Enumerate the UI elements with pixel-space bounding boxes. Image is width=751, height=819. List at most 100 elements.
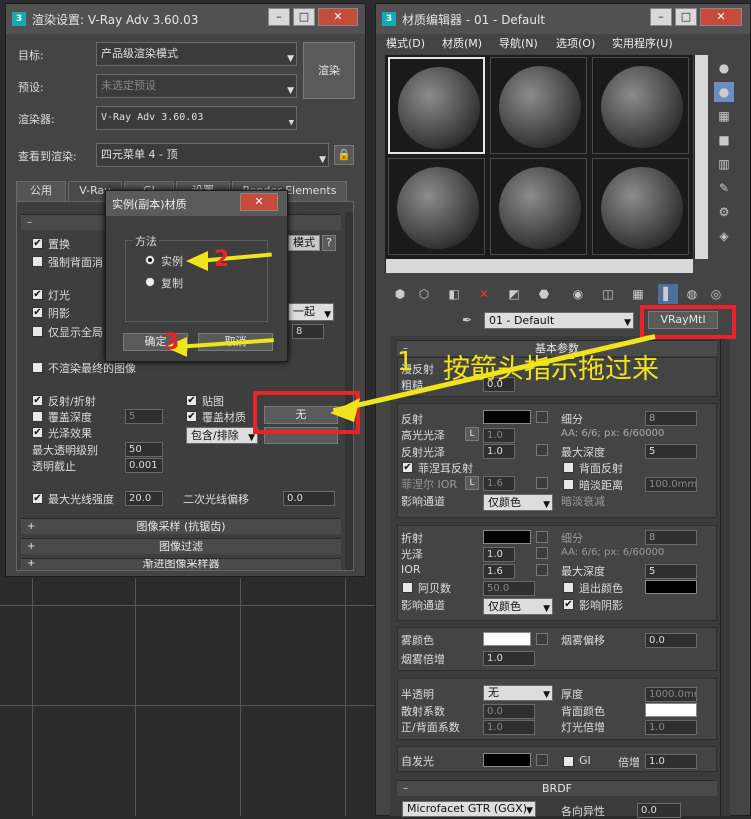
dim-distance-spinner[interactable]: 100.0mm xyxy=(645,477,697,492)
secondary-ray-bias-spinner[interactable]: 0.0 xyxy=(283,491,335,506)
material-params-scrollbar[interactable] xyxy=(720,336,730,816)
override-depth-spinner[interactable]: 5 xyxy=(125,409,163,424)
self-illum-gi-checkbox[interactable] xyxy=(563,756,574,767)
shadows-checkbox[interactable]: ✔ xyxy=(32,307,43,318)
glossy-effects-checkbox[interactable]: ✔ xyxy=(32,427,43,438)
max-ray-intensity-spinner[interactable]: 20.0 xyxy=(125,491,163,506)
progressive-sampler-rollout[interactable]: + 渐进图像采样器 xyxy=(21,558,341,570)
close-button[interactable]: ✕ xyxy=(318,8,358,26)
show-shaded-icon[interactable]: ◫ xyxy=(598,284,618,304)
include-exclude-dropdown[interactable]: 包含/排除 ▼ xyxy=(186,427,258,444)
transparency-cutoff-spinner[interactable]: 0.001 xyxy=(125,458,163,473)
reflect-subdivs-spinner[interactable]: 8 xyxy=(645,411,697,426)
fog-color-map-button[interactable] xyxy=(536,633,548,645)
assign-material-icon[interactable]: ◧ xyxy=(444,284,464,304)
translucency-dropdown[interactable]: 无 ▼ xyxy=(483,685,553,701)
lights-mode-dropdown[interactable]: 一起 ▼ xyxy=(288,303,334,321)
max-transparency-spinner[interactable]: 50 xyxy=(125,442,163,457)
help-button[interactable]: ? xyxy=(322,235,336,251)
mode-button[interactable]: 模式 xyxy=(288,235,320,251)
max-depth-spinner[interactable]: 5 xyxy=(645,444,697,459)
reset-material-icon[interactable]: ✕ xyxy=(474,284,494,304)
put-to-library-icon[interactable]: ⬣ xyxy=(534,284,554,304)
material-id-icon[interactable]: ◉ xyxy=(568,284,588,304)
menu-options[interactable]: 选项(O) xyxy=(556,35,595,51)
copy-radio[interactable] xyxy=(145,277,155,287)
go-forward-sibling-icon[interactable]: ◍ xyxy=(682,284,702,304)
instance-radio[interactable] xyxy=(145,255,155,265)
preset-dropdown[interactable]: 未选定预设 ▼ xyxy=(96,74,297,98)
dim-distance-checkbox[interactable] xyxy=(563,479,574,490)
sample-slot-5[interactable] xyxy=(490,158,587,255)
fresnel-ior-spinner[interactable]: 1.6 xyxy=(483,476,515,491)
minimize-button[interactable]: – xyxy=(268,8,290,26)
backlight-icon[interactable]: ● xyxy=(714,82,734,102)
brdf-rollout[interactable]: – BRDF xyxy=(397,780,717,796)
menu-mode[interactable]: 模式(D) xyxy=(386,35,425,51)
back-reflect-checkbox[interactable] xyxy=(563,462,574,473)
sample-slot-3[interactable] xyxy=(592,57,689,154)
material-name-field[interactable]: 01 - Default ▼ xyxy=(484,312,634,329)
exit-color-swatch[interactable] xyxy=(645,580,697,594)
fresnel-lock-button[interactable]: L xyxy=(465,476,479,490)
lights-checkbox[interactable]: ✔ xyxy=(32,289,43,300)
sample-slot-4[interactable] xyxy=(388,158,485,255)
hilight-lock-button[interactable]: L xyxy=(465,427,479,441)
brdf-type-dropdown[interactable]: Microfacet GTR (GGX) ▼ xyxy=(402,801,536,817)
thickness-spinner[interactable]: 1000.0mm xyxy=(645,687,697,702)
target-dropdown[interactable]: 产品级渲染模式 ▼ xyxy=(96,42,297,66)
menu-material[interactable]: 材质(M) xyxy=(442,35,482,51)
make-preview-icon[interactable]: ✎ xyxy=(714,178,734,198)
get-material-icon[interactable]: ⬢ xyxy=(390,284,410,304)
refract-gloss-spinner[interactable]: 1.0 xyxy=(483,547,515,562)
scatter-coeff-spinner[interactable]: 0.0 xyxy=(483,704,535,719)
reflect-color-swatch[interactable] xyxy=(483,410,531,424)
renderer-dropdown[interactable]: V-Ray Adv 3.60.03 ▼ xyxy=(96,106,297,130)
options-icon[interactable]: ⚙ xyxy=(714,202,734,222)
displacement-checkbox[interactable]: ✔ xyxy=(32,238,43,249)
hilight-gloss-spinner[interactable]: 1.0 xyxy=(483,428,515,443)
max-ray-intensity-checkbox[interactable]: ✔ xyxy=(32,493,43,504)
fog-bias-spinner[interactable]: 0.0 xyxy=(645,633,697,648)
view-to-render-dropdown[interactable]: 四元菜单 4 - 顶 ▼ xyxy=(96,143,329,167)
sample-type-icon[interactable]: ● xyxy=(714,58,734,78)
refract-gloss-map-button[interactable] xyxy=(536,547,548,559)
override-material-checkbox[interactable]: ✔ xyxy=(186,411,197,422)
close-button[interactable]: ✕ xyxy=(700,8,742,26)
affect-shadows-checkbox[interactable]: ✔ xyxy=(563,599,574,610)
render-button[interactable]: 渲染 xyxy=(303,42,355,99)
sample-slot-2[interactable] xyxy=(490,57,587,154)
menu-utilities[interactable]: 实用程序(U) xyxy=(612,35,673,51)
refl-gloss-map-button[interactable] xyxy=(536,444,548,456)
image-filter-rollout[interactable]: + 图像过滤 xyxy=(21,538,341,554)
maps-checkbox[interactable]: ✔ xyxy=(186,395,197,406)
refl-gloss-spinner[interactable]: 1.0 xyxy=(483,444,515,459)
make-unique-icon[interactable]: ◩ xyxy=(504,284,524,304)
select-by-material-icon[interactable]: ◈ xyxy=(714,226,734,246)
sample-slots-vscroll[interactable] xyxy=(694,55,708,259)
dialog-close-button[interactable]: ✕ xyxy=(240,193,278,211)
put-to-scene-icon[interactable]: ⬡ xyxy=(414,284,434,304)
uv-tiling-icon[interactable]: ■ xyxy=(714,130,734,150)
fwd-bck-coeff-spinner[interactable]: 1.0 xyxy=(483,720,535,735)
refract-color-swatch[interactable] xyxy=(483,530,531,544)
light-multiplier-spinner[interactable]: 1.0 xyxy=(645,720,697,735)
exit-color-checkbox[interactable] xyxy=(563,582,574,593)
refract-subdivs-spinner[interactable]: 8 xyxy=(645,530,697,545)
reflection-refraction-checkbox[interactable]: ✔ xyxy=(32,395,43,406)
sample-slots-hscroll[interactable] xyxy=(385,259,693,273)
fog-color-swatch[interactable] xyxy=(483,632,531,646)
eyedropper-icon[interactable]: ✒ xyxy=(457,310,477,330)
background-icon[interactable]: ▦ xyxy=(714,106,734,126)
sample-slot-1[interactable] xyxy=(388,57,485,154)
tab-common[interactable]: 公用 xyxy=(16,181,66,201)
override-depth-checkbox[interactable] xyxy=(32,411,43,422)
show-end-result-icon[interactable]: ▦ xyxy=(628,284,648,304)
only-gi-checkbox[interactable] xyxy=(32,326,43,337)
fresnel-ior-map-button[interactable] xyxy=(536,477,548,489)
material-map-navigator-icon[interactable]: ◎ xyxy=(706,284,726,304)
maximize-button[interactable]: □ xyxy=(293,8,315,26)
force-back-checkbox[interactable] xyxy=(32,256,43,267)
refract-map-button[interactable] xyxy=(536,531,548,543)
affect-channels-dropdown[interactable]: 仅颜色 ▼ xyxy=(483,494,553,511)
